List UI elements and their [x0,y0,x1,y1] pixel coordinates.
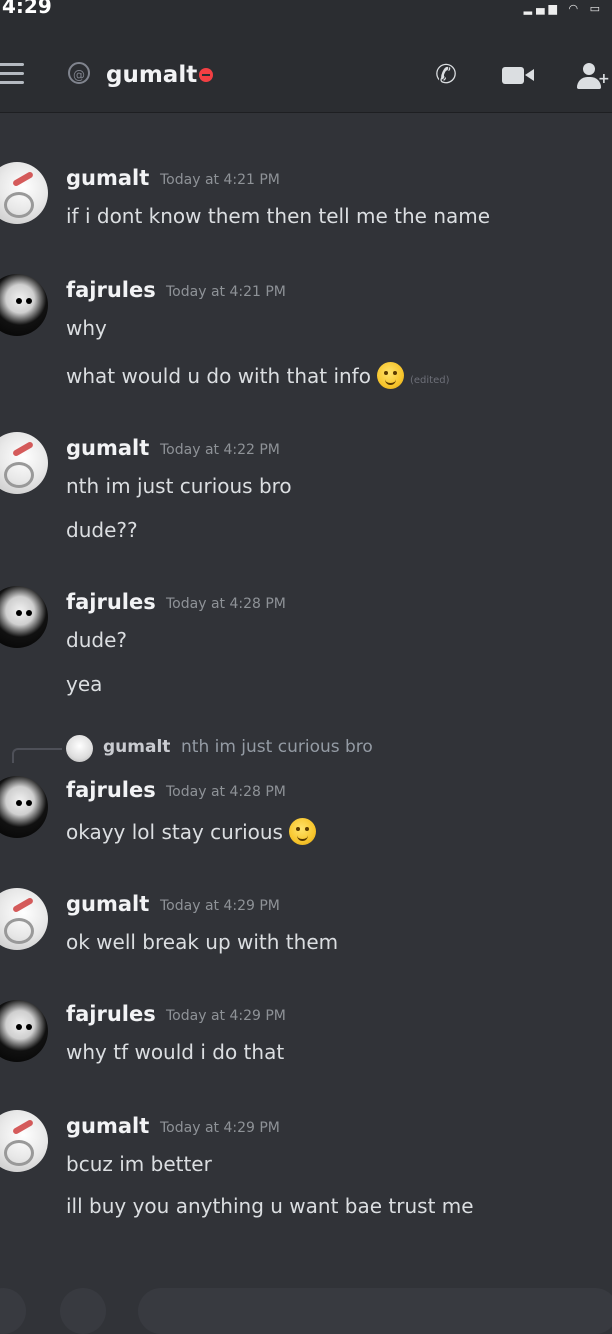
message-text: why tf would i do that [66,1040,285,1064]
composer-bar [0,1282,612,1334]
message-text-line: what would u do with that info (edited) [66,362,449,389]
message-text: ok well break up with them [66,930,339,954]
avatar[interactable] [0,1000,48,1062]
message-timestamp: Today at 4:29 PM [160,1120,280,1136]
message-author[interactable]: fajrules [66,1002,156,1026]
apps-button[interactable] [60,1288,106,1334]
video-icon[interactable] [500,58,536,92]
message[interactable]: fajrules Today at 4:28 PM dude? yea [0,582,612,702]
message-author[interactable]: gumalt [66,1114,149,1138]
message-text-line: okayy lol stay curious [66,818,316,845]
edited-label: (edited) [409,375,450,386]
message-author[interactable]: fajrules [66,778,156,802]
avatar[interactable] [0,162,48,224]
add-members-icon[interactable]: + [574,58,610,92]
status-time: 4:29 [2,0,52,18]
message-author[interactable]: gumalt [66,166,149,190]
status-bar: 4:29 ▂▄▆ ◠ ▭ [0,0,612,18]
message-text: dude? [66,628,127,652]
message-timestamp: Today at 4:21 PM [166,284,286,300]
avatar[interactable] [0,586,48,648]
status-indicators: ▂▄▆ ◠ ▭ [523,2,604,15]
message-timestamp: Today at 4:28 PM [166,596,286,612]
message[interactable]: gumalt Today at 4:29 PM bcuz im better i… [0,1106,612,1226]
message-author[interactable]: gumalt [66,892,149,916]
message-text: yea [66,672,103,696]
message-timestamp: Today at 4:28 PM [166,784,286,800]
reply-preview[interactable]: gumalt nth im just curious bro [0,734,612,764]
message-text: ill buy you anything u want bae trust me [66,1194,474,1218]
message[interactable]: fajrules Today at 4:28 PM okayy lol stay… [0,772,612,852]
message-timestamp: Today at 4:29 PM [160,898,280,914]
message-timestamp: Today at 4:22 PM [160,442,280,458]
dm-icon: @ [68,62,90,84]
message-author[interactable]: fajrules [66,278,156,302]
message-author[interactable]: gumalt [66,436,149,460]
channel-title[interactable]: gumalt [106,62,197,88]
avatar[interactable] [0,274,48,336]
reply-text: nth im just curious bro [181,737,373,757]
message-input[interactable] [138,1288,612,1334]
avatar[interactable] [0,1110,48,1172]
avatar[interactable] [0,888,48,950]
message[interactable]: fajrules Today at 4:29 PM why tf would i… [0,996,612,1076]
dnd-status-icon [199,68,213,82]
message-text: okayy lol stay curious [66,820,283,844]
message[interactable]: fajrules Today at 4:21 PM why what would… [0,270,612,400]
message[interactable]: gumalt Today at 4:22 PM nth im just curi… [0,428,612,548]
avatar[interactable] [0,432,48,494]
call-icon[interactable]: ✆ [428,58,464,92]
message-text: nth im just curious bro [66,474,292,498]
message[interactable]: gumalt Today at 4:21 PM if i dont know t… [0,158,612,228]
sweat-smile-emoji-icon [288,818,316,845]
reply-spine [12,748,62,763]
grimace-emoji-icon [376,362,404,389]
message-text: why [66,316,107,340]
message-text: what would u do with that info [66,364,371,388]
channel-header: @ gumalt ✆ + [0,18,612,113]
message[interactable]: gumalt Today at 4:29 PM ok well break up… [0,884,612,964]
add-attachment-button[interactable] [0,1288,26,1334]
message-timestamp: Today at 4:29 PM [166,1008,286,1024]
message-text: dude?? [66,518,138,542]
reply-avatar [66,735,93,762]
hamburger-icon[interactable] [0,63,24,85]
reply-author: gumalt [103,737,171,757]
message-author[interactable]: fajrules [66,590,156,614]
avatar[interactable] [0,776,48,838]
message-timestamp: Today at 4:21 PM [160,172,280,188]
message-text: bcuz im better [66,1152,212,1176]
message-text: if i dont know them then tell me the nam… [66,204,491,228]
